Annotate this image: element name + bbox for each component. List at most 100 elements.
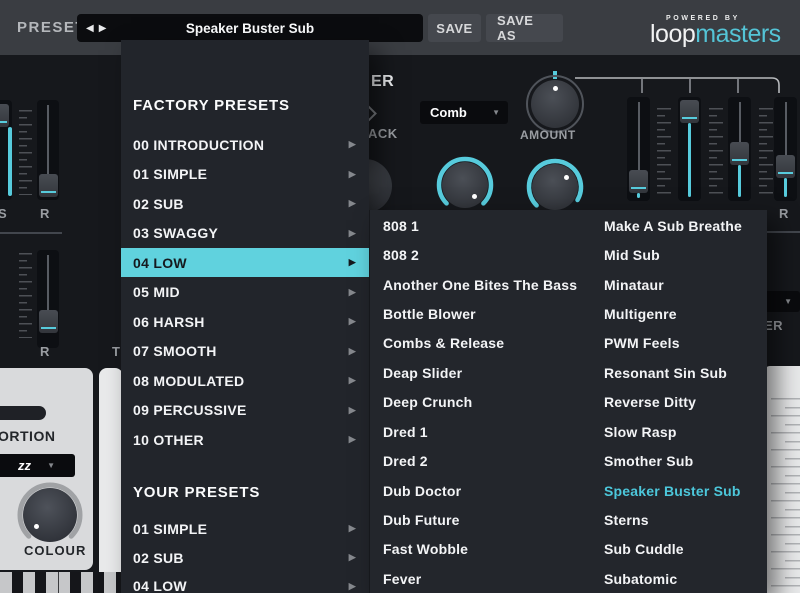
submenu-item[interactable]: Minataur bbox=[604, 270, 664, 299]
menu-item-09-percussive[interactable]: 09 PERCUSSIVE▶ bbox=[121, 396, 369, 425]
preset-option: Sterns bbox=[604, 512, 649, 528]
menu-item-01-simple[interactable]: 01 SIMPLE▶ bbox=[121, 160, 369, 189]
preset-option: Another One Bites The Bass bbox=[383, 277, 577, 293]
fader-bank-bracket bbox=[575, 70, 800, 100]
piano-keyboard[interactable] bbox=[0, 572, 121, 593]
menu-item-label: 02 SUB bbox=[133, 550, 184, 566]
fader-level bbox=[8, 127, 12, 196]
menu-item-user-02-sub[interactable]: 02 SUB ▶ bbox=[121, 543, 369, 572]
chevron-down-icon: ▼ bbox=[492, 108, 500, 117]
submenu-arrow-icon: ▶ bbox=[349, 139, 356, 150]
submenu-item[interactable]: Subatomic bbox=[604, 564, 677, 593]
menu-item-label: 07 SMOOTH bbox=[133, 343, 217, 359]
submenu-item[interactable]: Bottle Blower bbox=[383, 299, 476, 328]
preset-toolbar: PRESET ◀ ▶ Speaker Buster Sub SAVE SAVE … bbox=[0, 0, 800, 55]
menu-item-label: 09 PERCUSSIVE bbox=[133, 402, 247, 418]
menu-item-10-other[interactable]: 10 OTHER▶ bbox=[121, 425, 369, 454]
menu-item-07-smooth[interactable]: 07 SMOOTH▶ bbox=[121, 337, 369, 366]
submenu-item[interactable]: Dred 1 bbox=[383, 417, 428, 446]
menu-item-label: 08 MODULATED bbox=[133, 373, 244, 389]
fader-handle[interactable] bbox=[39, 310, 58, 333]
save-as-button[interactable]: SAVE AS bbox=[486, 14, 563, 42]
submenu-arrow-icon: ▶ bbox=[349, 581, 356, 592]
right-dropdown-partial[interactable]: ▼ bbox=[764, 291, 800, 312]
submenu-item[interactable]: Combs & Release bbox=[383, 329, 504, 358]
preset-option: Bottle Blower bbox=[383, 306, 476, 322]
menu-item-02-sub[interactable]: 02 SUB▶ bbox=[121, 189, 369, 218]
fader-scale-ticks bbox=[759, 115, 767, 196]
loopmasters-logo: loopmasters bbox=[650, 20, 781, 49]
menu-item-label: 01 SIMPLE bbox=[133, 166, 207, 182]
submenu-item[interactable]: Another One Bites The Bass bbox=[383, 270, 577, 299]
fader-level bbox=[637, 193, 641, 198]
menu-item-03-swaggy[interactable]: 03 SWAGGY▶ bbox=[121, 219, 369, 248]
fader-handle[interactable] bbox=[776, 155, 795, 178]
submenu-item[interactable]: Slow Rasp bbox=[604, 417, 677, 446]
submenu-item[interactable]: Resonant Sin Sub bbox=[604, 358, 727, 387]
submenu-item[interactable]: Make A Sub Breathe bbox=[604, 211, 742, 240]
colour-knob[interactable] bbox=[23, 488, 77, 542]
preset-option: Speaker Buster Sub bbox=[604, 483, 741, 499]
fader-handle[interactable] bbox=[0, 104, 9, 127]
fader-scale-ticks bbox=[19, 260, 27, 338]
logo-part-masters: masters bbox=[695, 20, 780, 48]
submenu-arrow-icon: ▶ bbox=[349, 228, 356, 239]
submenu-arrow-icon: ▶ bbox=[349, 552, 356, 563]
next-preset-button[interactable]: ▶ bbox=[99, 23, 107, 34]
fader-handle[interactable] bbox=[730, 142, 749, 165]
preset-option: Mid Sub bbox=[604, 247, 660, 263]
submenu-item[interactable]: Dub Doctor bbox=[383, 476, 461, 505]
current-preset-name: Speaker Buster Sub bbox=[77, 21, 423, 36]
submenu-item[interactable]: 808 1 bbox=[383, 211, 419, 240]
submenu-item[interactable]: Dub Future bbox=[383, 506, 460, 535]
fader-label-r: R bbox=[40, 206, 50, 221]
fader-label-r: R bbox=[779, 206, 789, 221]
menu-item-user-01-simple[interactable]: 01 SIMPLE▶ bbox=[121, 514, 369, 543]
fader-rail bbox=[47, 105, 49, 177]
submenu-item[interactable]: PWM Feels bbox=[604, 329, 680, 358]
submenu-item[interactable]: 808 2 bbox=[383, 241, 419, 270]
submenu-item[interactable]: Multigenre bbox=[604, 299, 677, 328]
submenu-item[interactable]: Deep Crunch bbox=[383, 388, 472, 417]
menu-item-00-introduction[interactable]: 00 INTRODUCTION ▶ bbox=[121, 130, 369, 159]
submenu-item[interactable]: Reverse Ditty bbox=[604, 388, 696, 417]
submenu-item[interactable]: Sub Cuddle bbox=[604, 535, 684, 564]
menu-item-user-04-low[interactable]: 04 LOW▶ bbox=[121, 572, 369, 593]
preset-name-field[interactable]: ◀ ▶ Speaker Buster Sub bbox=[77, 14, 423, 42]
colour-knob-indicator bbox=[34, 524, 39, 529]
submenu-item[interactable]: Mid Sub bbox=[604, 241, 660, 270]
filter-knob[interactable] bbox=[442, 162, 488, 208]
black-key[interactable] bbox=[93, 572, 104, 593]
save-button[interactable]: SAVE bbox=[428, 14, 481, 42]
menu-item-04-low-selected[interactable]: 04 LOW▶ bbox=[121, 248, 369, 277]
filter-type-dropdown[interactable]: Comb ▼ bbox=[420, 101, 508, 124]
resonance-knob[interactable] bbox=[532, 164, 578, 210]
fader-handle[interactable] bbox=[629, 170, 648, 193]
menu-item-label: 00 INTRODUCTION bbox=[133, 137, 264, 153]
menu-item-label: 02 SUB bbox=[133, 196, 184, 212]
distortion-toggle[interactable] bbox=[0, 406, 46, 420]
submenu-item[interactable]: Fast Wobble bbox=[383, 535, 468, 564]
submenu-item[interactable]: Deap Slider bbox=[383, 358, 462, 387]
menu-item-05-mid[interactable]: 05 MID▶ bbox=[121, 278, 369, 307]
preset-option: Fast Wobble bbox=[383, 541, 468, 557]
fader-handle[interactable] bbox=[680, 100, 699, 123]
factory-presets-header: FACTORY PRESETS bbox=[133, 97, 290, 114]
black-key[interactable] bbox=[35, 572, 46, 593]
submenu-item[interactable]: Dred 2 bbox=[383, 447, 428, 476]
submenu-item[interactable]: Sterns bbox=[604, 506, 649, 535]
black-key[interactable] bbox=[12, 572, 23, 593]
menu-item-06-harsh[interactable]: 06 HARSH▶ bbox=[121, 307, 369, 336]
menu-item-08-modulated[interactable]: 08 MODULATED▶ bbox=[121, 366, 369, 395]
colour-label: COLOUR bbox=[24, 543, 86, 558]
prev-preset-button[interactable]: ◀ bbox=[86, 23, 94, 34]
black-key[interactable] bbox=[70, 572, 81, 593]
preset-option: Sub Cuddle bbox=[604, 541, 684, 557]
preset-option: Dub Doctor bbox=[383, 483, 461, 499]
distortion-type-dropdown[interactable]: zz ▼ bbox=[0, 454, 75, 477]
submenu-item[interactable]: Fever bbox=[383, 564, 421, 593]
chevron-down-icon: ▼ bbox=[784, 297, 792, 306]
submenu-item-selected[interactable]: Speaker Buster Sub bbox=[604, 476, 741, 505]
fader-handle[interactable] bbox=[39, 174, 58, 197]
submenu-item[interactable]: Smother Sub bbox=[604, 447, 693, 476]
